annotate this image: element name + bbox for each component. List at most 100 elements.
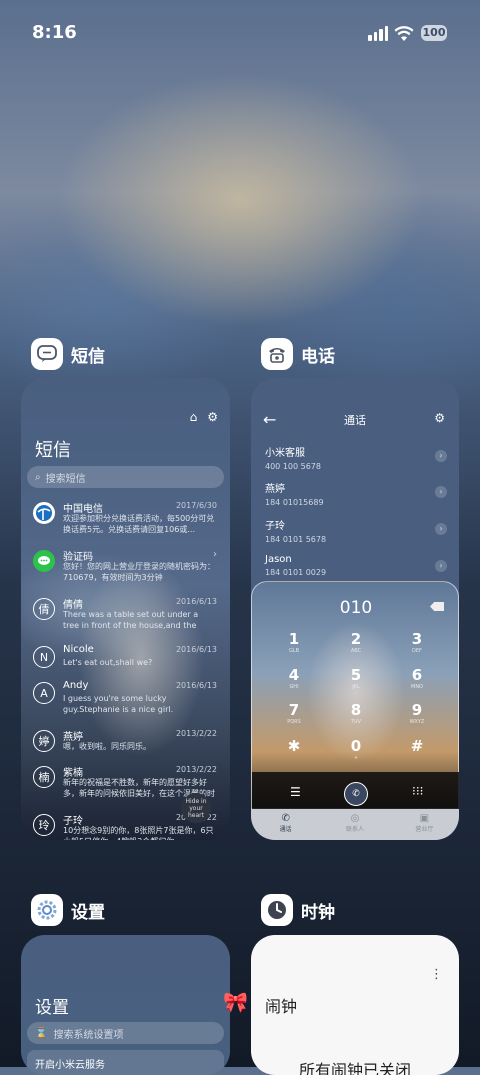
phone-app-icon [261, 338, 293, 370]
settings-app-icon [31, 894, 63, 926]
bow-decoration-icon: 🎀 [223, 990, 248, 1014]
messages-app-card[interactable]: ⌂ ⚙ 短信 ⌕ 搜索短信 中国电信 2017/6/30 欢迎参加积分兑换话费活… [21, 378, 230, 840]
contact-name: 子玲 [265, 521, 285, 532]
search-placeholder: 搜索系统设置项 [53, 1029, 124, 1041]
battery-icon: 100 [421, 25, 447, 41]
thread-preview: 您好！您的网上营业厅登录的随机密码为：710679，有效时间为3分钟 [63, 562, 215, 582]
clock-app-card[interactable]: ⋮ 闹钟 所有闹钟已关闭 [251, 935, 459, 1075]
more-options-icon[interactable]: ⋮ [430, 967, 443, 982]
contact-row[interactable]: 子玲 184 0101 5678 › [265, 517, 449, 547]
settings-title: 设置 [35, 998, 69, 1018]
chat-bubble-icon [33, 550, 55, 572]
contact-row[interactable]: 小米客服 400 100 5678 › [265, 444, 449, 474]
china-telecom-logo-icon [33, 502, 55, 524]
thread-date: 2016/6/13 [175, 681, 217, 690]
contact-name: Jason [265, 554, 292, 565]
search-icon: ⌛ [35, 1027, 48, 1039]
alarm-status-text: 所有闹钟已关闭 [298, 1061, 411, 1075]
sim-icon: ✆ [352, 789, 360, 799]
thread-preview: There was a table set out under a tree i… [63, 610, 199, 630]
dialpad-panel: 010 1 GLB 2 ABC 3 DEF 4 GHI 5 JKL 6 MNO 7 PQRS … [251, 581, 459, 810]
phone-icon: ✆ [281, 813, 290, 824]
thread-date: 2016/6/13 [175, 597, 217, 606]
avatar: N [33, 646, 55, 668]
thread-name: Andy [63, 680, 89, 691]
dial-key-6[interactable]: 6 MNO [397, 666, 437, 690]
settings-app-header[interactable]: 设置 [31, 894, 105, 926]
avatar: 楠 [33, 766, 55, 788]
message-thread[interactable]: N Nicole 2016/6/13 Let's eat out,shall w… [33, 644, 223, 684]
chevron-right-icon[interactable]: › [435, 450, 447, 462]
signal-icon [368, 26, 388, 41]
contact-number: 184 0101 5678 [265, 535, 327, 544]
clock-app-name: 时钟 [301, 902, 335, 923]
thread-preview: 嗯，收到啦。同乐同乐。 [63, 742, 151, 751]
dial-key-7[interactable]: 7 PQRS [274, 701, 314, 725]
search-placeholder: 搜索短信 [45, 473, 86, 485]
status-bar: 8:16 100 [0, 0, 480, 64]
tab-service-hall[interactable]: ▣ 营业厅 [390, 809, 459, 840]
settings-app-name: 设置 [71, 902, 105, 923]
phone-title: 通话 [344, 414, 366, 427]
dial-key-4[interactable]: 4 GHI [274, 666, 314, 690]
dial-key-8[interactable]: 8 TUV [336, 701, 376, 725]
tab-contacts[interactable]: ◎ 联系人 [320, 809, 389, 840]
dial-key-9[interactable]: 9 WXYZ [397, 701, 437, 725]
thread-preview: 10分想念9别的你，8张照片7张是你，6只小船5只停你，4艘帆3个都归你... [63, 826, 214, 840]
dial-key-5[interactable]: 5 JKL [336, 666, 376, 690]
dial-input[interactable]: 010 [252, 598, 459, 618]
phone-app-card[interactable]: ← 通话 ⚙ 小米客服 400 100 5678 › 燕婷 184 010156… [251, 378, 459, 840]
contact-number: 184 01015689 [265, 498, 324, 507]
thread-date: 2013/2/22 [175, 729, 217, 738]
message-thread[interactable]: 验证码 › 您好！您的网上营业厅登录的随机密码为：710679，有效时间为3分钟 [33, 548, 223, 588]
chevron-right-icon[interactable]: › [435, 560, 447, 572]
thread-date: 2016/6/13 [175, 645, 217, 654]
tab-calls[interactable]: ✆ 通话 [251, 809, 320, 840]
clock-title: 闹钟 [265, 997, 298, 1016]
dial-key-3[interactable]: 3 DEF [397, 630, 437, 654]
contact-row[interactable]: 燕婷 184 01015689 › [265, 480, 449, 510]
settings-gear-icon[interactable]: ⚙ [434, 411, 445, 425]
compose-fab[interactable]: Hide in your heart [181, 793, 211, 823]
settings-search-input[interactable]: ⌛ 搜索系统设置项 [27, 1022, 224, 1044]
clock-app-icon [261, 894, 293, 926]
message-thread[interactable]: 倩 倩倩 2016/6/13 There was a table set out… [33, 596, 223, 636]
phone-app-header[interactable]: 电话 [261, 338, 335, 370]
contact-name: 燕婷 [265, 484, 285, 495]
phone-tab-bar: ✆ 通话 ◎ 联系人 ▣ 营业厅 [251, 809, 459, 840]
settings-app-card[interactable]: 设置 ⌛ 搜索系统设置项 开启小米云服务 [21, 935, 230, 1075]
messages-search-input[interactable]: ⌕ 搜索短信 [27, 466, 224, 488]
settings-gear-icon[interactable]: ⚙ [207, 410, 218, 424]
dial-key-hash[interactable]: # [397, 737, 437, 755]
status-time: 8:16 [32, 22, 77, 43]
messages-title: 短信 [35, 440, 71, 461]
messages-app-header[interactable]: 短信 [31, 338, 105, 370]
message-thread[interactable]: 中国电信 2017/6/30 欢迎参加积分兑换话费活动，每500分可兑换话费5元… [33, 500, 223, 540]
contact-name: 小米客服 [265, 448, 305, 459]
chevron-right-icon: › [213, 549, 217, 560]
contact-number: 184 0101 0029 [265, 568, 327, 577]
clean-icon[interactable]: ⌂ [190, 410, 198, 424]
thread-name: Nicole [63, 644, 94, 655]
menu-icon[interactable]: ☰ [290, 785, 301, 799]
settings-item-cloud[interactable]: 开启小米云服务 [27, 1050, 224, 1075]
dial-key-1[interactable]: 1 GLB [274, 630, 314, 654]
messages-app-icon [31, 338, 63, 370]
clock-app-header[interactable]: 时钟 [261, 894, 335, 926]
contact-number: 400 100 5678 [265, 462, 321, 471]
message-thread[interactable]: 婷 燕婷 2013/2/22 嗯，收到啦。同乐同乐。 [33, 728, 223, 768]
dial-key-0[interactable]: 0 + [336, 737, 376, 761]
call-button[interactable]: ✆ [344, 782, 368, 806]
contact-row[interactable]: Jason 184 0101 0029 › [265, 554, 449, 584]
message-thread[interactable]: A Andy 2016/6/13 I guess you're some luc… [33, 680, 223, 720]
avatar: 婷 [33, 730, 55, 752]
chevron-right-icon[interactable]: › [435, 486, 447, 498]
thread-date: 2017/6/30 [175, 501, 217, 510]
wifi-icon [394, 26, 414, 41]
messages-app-name: 短信 [71, 346, 105, 367]
keypad-toggle-icon[interactable]: ⁝⁝⁝ [412, 784, 423, 798]
thread-preview: 欢迎参加积分兑换话费活动，每500分可兑换话费5元。兑换话费请回复106或... [63, 514, 215, 534]
dial-key-2[interactable]: 2 ABC [336, 630, 376, 654]
chevron-right-icon[interactable]: › [435, 523, 447, 535]
dial-key-star[interactable]: ✱ [274, 737, 314, 755]
